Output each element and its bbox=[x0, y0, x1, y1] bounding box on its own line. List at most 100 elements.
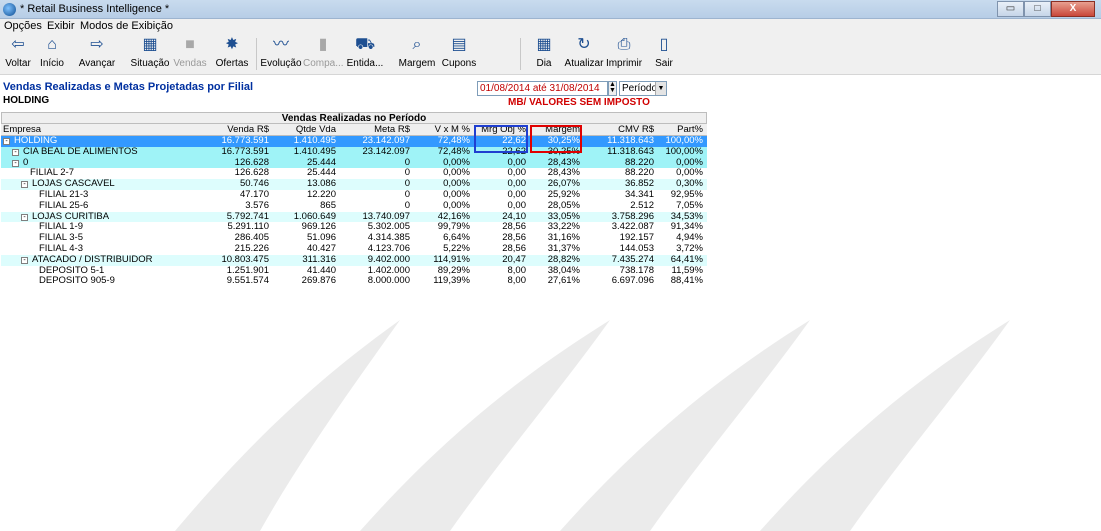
situacao-button[interactable]: ▦ Situação bbox=[130, 35, 170, 73]
col-vxm-cell: 6,64% bbox=[443, 233, 470, 244]
col-cmv-header[interactable]: CMV R$ bbox=[582, 124, 654, 135]
table-row[interactable]: DEPOSITO 905-9 9.551.574 269.876 8.000.000 1… bbox=[1, 276, 707, 288]
voltar-button[interactable]: ⇦ Voltar bbox=[4, 35, 32, 73]
row-empresa: -0 bbox=[3, 158, 195, 169]
table-row[interactable]: FILIAL 21-3 47.170 12.220 0 0,00% 0,00 25,92% 3… bbox=[1, 189, 707, 201]
table-row[interactable]: - LOJAS CASCAVEL 50.746 13.086 0 0,00% 0,00 26,… bbox=[1, 179, 707, 190]
menu-modos-exibicao[interactable]: Modos de Exibição bbox=[80, 20, 173, 32]
col-margem-cell: 27,61% bbox=[547, 276, 580, 287]
inicio-button[interactable]: ⌂ Início bbox=[34, 35, 70, 73]
col-vxm-cell: 114,91% bbox=[433, 254, 470, 265]
col-empresa-header[interactable]: Empresa bbox=[3, 124, 195, 135]
cupons-button[interactable]: ▤ Cupons bbox=[439, 35, 479, 73]
maximize-button[interactable]: □ bbox=[1024, 1, 1051, 17]
window-controls: ▭ □ X bbox=[997, 1, 1095, 17]
table-row[interactable]: FILIAL 4-3 215.226 40.427 4.123.706 5,22% 28,… bbox=[1, 243, 707, 255]
table-row[interactable]: - CIA BEAL DE ALIMENTOS 16.773.591 1.410.49… bbox=[1, 146, 707, 158]
evolucao-button[interactable]: 〰 Evolução bbox=[260, 35, 302, 73]
period-spinner[interactable]: ▲ ▼ bbox=[608, 81, 617, 96]
col-part-cell: 88,41% bbox=[670, 276, 703, 287]
toolbar: ⇦ Voltar ⌂ Início ⇨ Avançar ▦ Situação ■ Vend… bbox=[0, 33, 1101, 75]
col-cmv-cell: 144.053 bbox=[619, 243, 654, 254]
col-venda-cell: 47.170 bbox=[239, 189, 269, 200]
margem-button[interactable]: ⌕ Margem bbox=[397, 35, 437, 73]
close-button[interactable]: X bbox=[1051, 1, 1095, 17]
imprimir-button[interactable]: ⎙ Imprimir bbox=[604, 35, 644, 73]
col-qtde-cell: 12.220 bbox=[306, 189, 336, 200]
table-row[interactable]: DEPOSITO 5-1 1.251.901 41.440 1.402.000 89,2… bbox=[1, 265, 707, 277]
col-mrg-obj-cell: 28,56 bbox=[502, 243, 526, 254]
col-cmv-cell: 88.220 bbox=[624, 157, 654, 168]
collapse-toggle-icon[interactable]: - bbox=[21, 181, 28, 189]
col-vxm-header[interactable]: V x M % bbox=[412, 124, 470, 135]
col-venda-cell: 126.628 bbox=[234, 168, 269, 179]
col-meta-cell: 4.314.385 bbox=[367, 233, 410, 244]
atualizar-button[interactable]: ↻ Atualizar bbox=[564, 35, 604, 73]
col-margem-cell: 38,04% bbox=[547, 265, 580, 276]
avancar-button[interactable]: ⇨ Avançar bbox=[72, 35, 122, 73]
col-venda-cell: 5.792.741 bbox=[226, 211, 269, 222]
row-label: DEPOSITO 905-9 bbox=[39, 276, 115, 287]
col-cmv-cell: 3.422.087 bbox=[611, 222, 654, 233]
col-qtde-header[interactable]: Qtde Vda bbox=[271, 124, 336, 135]
col-part-cell: 7,05% bbox=[676, 200, 703, 211]
table-row[interactable]: FILIAL 2-7 126.628 25.444 0 0,00% 0,00 28,43% 8… bbox=[1, 168, 707, 180]
col-vxm-cell: 5,22% bbox=[443, 243, 470, 254]
col-meta-cell: 4.123.706 bbox=[367, 243, 410, 254]
grid-body: - HOLDING 16.773.591 1.410.495 23.142.097 72,… bbox=[1, 136, 707, 288]
row-empresa: DEPOSITO 5-1 bbox=[3, 266, 195, 277]
table-row[interactable]: -0 126.628 25.444 0 0,00% 0,00 28,43% 88.220 0,0… bbox=[1, 157, 707, 169]
col-mrg-obj-cell: 8,00 bbox=[507, 276, 527, 287]
menu-exibir[interactable]: Exibir bbox=[47, 20, 75, 32]
col-cmv-cell: 3.758.296 bbox=[611, 211, 654, 222]
col-meta-header[interactable]: Meta R$ bbox=[338, 124, 410, 135]
table-row[interactable]: FILIAL 3-5 286.405 51.096 4.314.385 6,64% 28,… bbox=[1, 233, 707, 244]
col-part-cell: 4,94% bbox=[676, 233, 703, 244]
col-meta-cell: 23.142.097 bbox=[362, 146, 410, 157]
col-meta-cell: 0 bbox=[404, 168, 410, 179]
col-venda-cell: 9.551.574 bbox=[226, 276, 269, 287]
table-row[interactable]: - LOJAS CURITIBA 5.792.741 1.060.649 13.740.… bbox=[1, 211, 707, 223]
offers-icon: ✸ bbox=[225, 36, 239, 53]
menu-opcoes[interactable]: Opções bbox=[4, 20, 42, 32]
period-field[interactable]: 01/08/2014 até 31/08/2014 bbox=[477, 81, 608, 96]
col-margem-cell: 31,37% bbox=[547, 243, 580, 254]
row-label: CIA BEAL DE ALIMENTOS bbox=[23, 146, 138, 157]
collapse-toggle-icon[interactable]: - bbox=[3, 138, 10, 145]
col-part-cell: 100,00% bbox=[665, 146, 703, 157]
vendas-button[interactable]: ■ Vendas bbox=[172, 35, 208, 73]
collapse-toggle-icon[interactable]: - bbox=[12, 148, 19, 156]
col-cmv-cell: 2.512 bbox=[630, 200, 654, 211]
col-vxm-cell: 0,00% bbox=[443, 168, 470, 179]
background-watermark bbox=[175, 320, 1010, 531]
col-vxm-cell: 99,79% bbox=[437, 222, 470, 233]
compara-button[interactable]: ▮ Compa... bbox=[303, 35, 344, 73]
entidade-button[interactable]: ⛟ Entida... bbox=[344, 35, 386, 73]
title-bar: * Retail Business Intelligence * ▭ □ X bbox=[0, 0, 1101, 19]
table-row[interactable]: - HOLDING 16.773.591 1.410.495 23.142.097 72,… bbox=[1, 136, 707, 147]
col-qtde-cell: 311.316 bbox=[302, 254, 336, 265]
col-meta-cell: 0 bbox=[404, 157, 410, 168]
period-mode-select[interactable]: Período ▼ bbox=[619, 81, 667, 96]
table-row[interactable]: FILIAL 25-6 3.576 865 0 0,00% 0,00 28,05% 2.512… bbox=[1, 200, 707, 212]
grid-header-row: Empresa Venda R$ Qtde Vda Meta R$ V x M % Mrg… bbox=[1, 124, 707, 136]
minimize-button[interactable]: ▭ bbox=[997, 1, 1024, 17]
table-row[interactable]: - ATACADO / DISTRIBUIDOR 10.803.475 311.316… bbox=[1, 254, 707, 266]
situation-icon: ▦ bbox=[142, 36, 158, 53]
col-venda-header[interactable]: Venda R$ bbox=[197, 124, 269, 135]
col-part-header[interactable]: Part% bbox=[656, 124, 703, 135]
col-vxm-cell: 119,39% bbox=[433, 276, 470, 287]
collapse-toggle-icon[interactable]: - bbox=[12, 159, 19, 167]
row-empresa: - LOJAS CURITIBA bbox=[3, 212, 195, 223]
table-row[interactable]: FILIAL 1-9 5.291.110 969.126 5.302.005 99,79… bbox=[1, 222, 707, 234]
collapse-toggle-icon[interactable]: - bbox=[21, 213, 28, 221]
arrow-right-icon: ⇨ bbox=[90, 36, 104, 53]
col-qtde-cell: 865 bbox=[320, 200, 336, 211]
home-icon: ⌂ bbox=[47, 36, 57, 53]
ofertas-button[interactable]: ✸ Ofertas bbox=[212, 35, 252, 73]
sair-button[interactable]: ▯ Sair bbox=[650, 35, 678, 73]
collapse-toggle-icon[interactable]: - bbox=[21, 256, 28, 264]
sales-grid: Vendas Realizadas no Período Empresa Vend… bbox=[1, 112, 707, 288]
col-mrg-obj-cell: 28,56 bbox=[502, 233, 526, 244]
dia-button[interactable]: ▦ Dia bbox=[530, 35, 558, 73]
